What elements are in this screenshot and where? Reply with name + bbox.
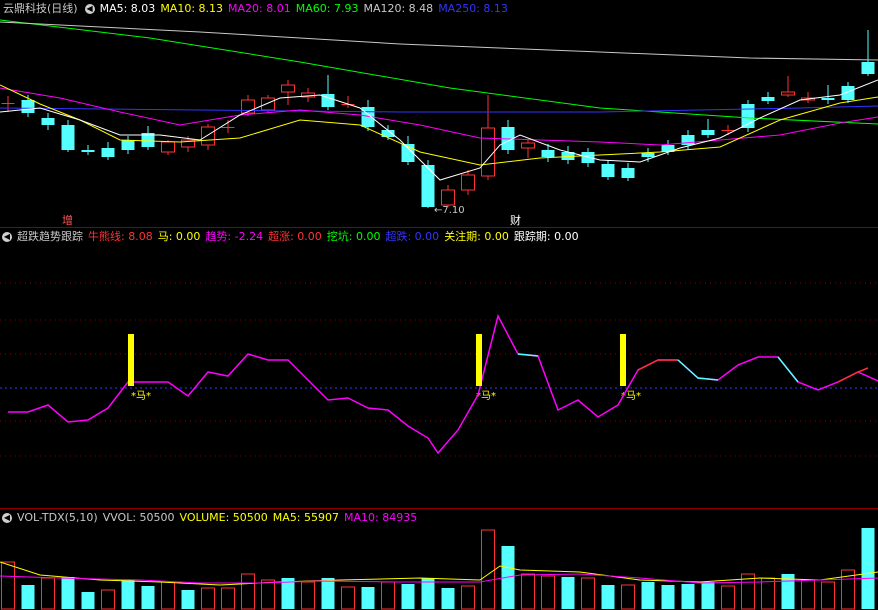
candle-down [701,130,715,135]
volume-bar-up [541,575,555,610]
volume-bar-down [21,585,35,609]
volume-bar-down [321,578,335,609]
signal-bar [128,334,134,386]
volume-bar-up [341,586,355,610]
candle-down [721,130,735,131]
candle-up [481,127,495,177]
volume-bar-up [621,584,635,610]
volume-bar-down [141,586,155,609]
volume-bar-up [581,577,595,610]
candle-down [421,165,435,207]
candle-down [641,153,655,157]
candle-down [861,62,875,74]
volume-bar-down [401,584,415,609]
candle-up [441,189,455,206]
volume-bar-up [1,561,15,610]
volume-bar-down [701,582,715,609]
candle-up [461,174,475,191]
volume-bar-down [601,585,615,609]
candle-up [261,97,275,111]
volume-bar-up [261,579,275,610]
candle-up [241,99,255,114]
candle-down [81,150,95,152]
volume-bar-up [721,585,735,610]
candle-down [41,118,55,125]
volume-bar-down [81,592,95,609]
trend-seg-cyan [777,356,799,383]
volume-bar-down [561,577,575,609]
candle-up [281,84,295,93]
candle-up [201,126,215,146]
volume-bar-down [181,590,195,609]
ma120-line [0,21,878,61]
volume-bar-up [161,581,175,610]
candle-down [101,148,115,157]
volume-bar-down [61,577,75,609]
volume-bar-up [461,585,475,610]
candle-down [61,125,75,150]
volume-bar-up [381,581,395,610]
volume-bar-down [641,582,655,609]
volume-bar-down [121,580,135,609]
volume-bar-down [361,587,375,609]
volume-bar-down [421,578,435,609]
candle-down [821,98,835,100]
candle-up [161,141,175,153]
volume-bar-down [441,588,455,609]
candle-up [781,91,795,96]
candle-down [221,127,235,128]
candle-down [601,164,615,177]
volume-bar-up [481,529,495,610]
signal-bar [476,334,482,386]
volume-bar-down [681,584,695,609]
candle-down [761,97,775,101]
candle-down [621,168,635,178]
volume-bar-up [521,573,535,610]
volume-bar-up [761,577,775,610]
trend-line [8,313,878,455]
signal-bar [620,334,626,386]
stock-chart[interactable] [0,0,878,610]
volume-bar-up [221,587,235,610]
volume-bar-up [41,577,55,610]
candle-down [841,86,855,100]
candle-up [521,142,535,149]
volume-bar-down [861,528,875,609]
volume-bar-up [801,579,815,610]
candle-down [1,103,15,104]
volume-bar-up [301,581,315,610]
candle-down [121,140,135,150]
volume-bar-down [661,585,675,609]
volume-bar-up [241,573,255,610]
volume-bar-up [101,589,115,610]
trend-seg-red [637,359,678,371]
volume-bar-up [821,581,835,610]
candle-down [21,100,35,113]
candle-down [541,150,555,157]
ma5-line [0,79,878,181]
trend-seg-cyan [677,359,719,381]
volume-bar-up [201,587,215,610]
